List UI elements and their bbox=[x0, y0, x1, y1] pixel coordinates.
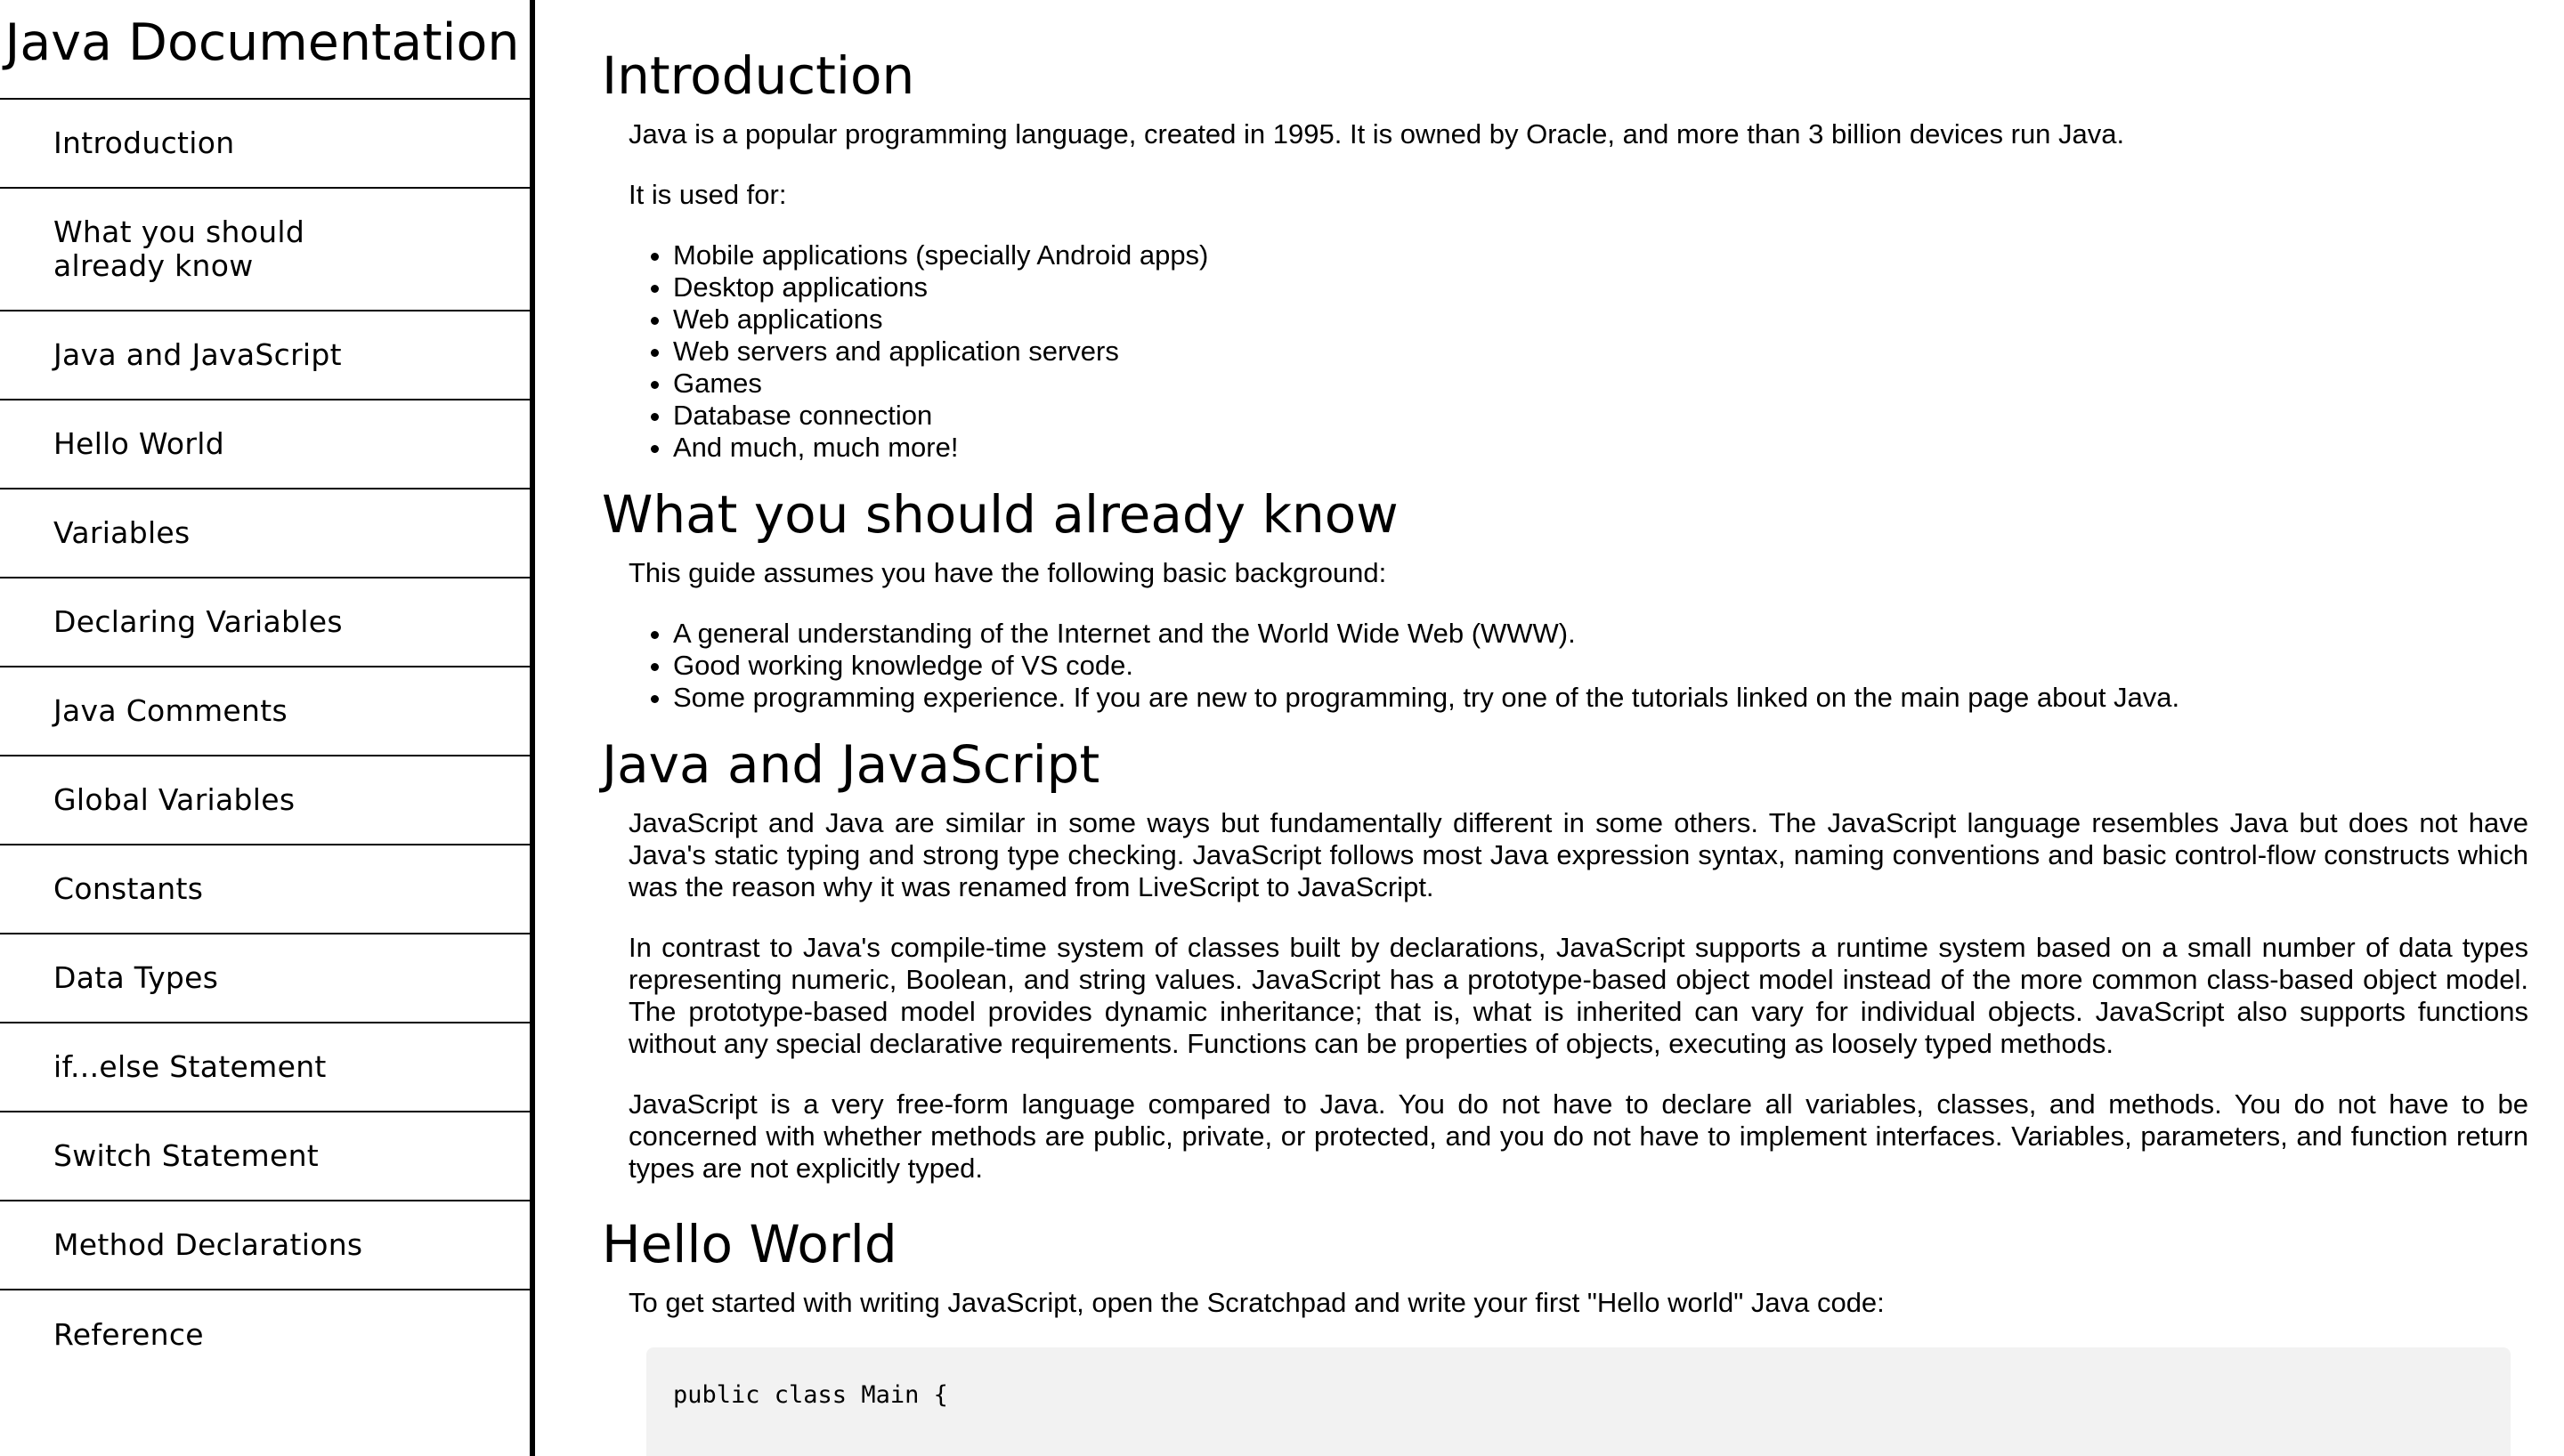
section-hello-world: Hello World To get started with writing … bbox=[602, 1213, 2528, 1456]
nav-link-hello-world[interactable]: Hello World bbox=[0, 400, 530, 488]
nav-link-variables[interactable]: Variables bbox=[0, 489, 530, 577]
navbar-title: Java Documentation bbox=[0, 0, 530, 100]
section-title: Hello World bbox=[602, 1214, 897, 1274]
section-title: What you should already know bbox=[602, 484, 1399, 545]
nav-list: Introduction What you should already kno… bbox=[0, 100, 530, 1379]
main-doc: Introduction Java is a popular programmi… bbox=[535, 0, 2564, 1456]
list-item: Web servers and application servers bbox=[673, 336, 2528, 368]
paragraph: Java is a popular programming language, … bbox=[629, 118, 2125, 150]
nav-link-switch-statement[interactable]: Switch Statement bbox=[0, 1112, 530, 1200]
paragraph: In contrast to Java's compile-time syste… bbox=[629, 932, 2528, 1059]
nav-link-declaring-variables[interactable]: Declaring Variables bbox=[0, 578, 530, 666]
nav-link-global-variables[interactable]: Global Variables bbox=[0, 756, 530, 844]
section-title: Java and JavaScript bbox=[602, 734, 1100, 795]
list-item: A general understanding of the Internet … bbox=[673, 618, 2528, 650]
section-title: Introduction bbox=[602, 45, 915, 106]
section-introduction: Introduction Java is a popular programmi… bbox=[602, 0, 2528, 464]
nav-link-constants[interactable]: Constants bbox=[0, 845, 530, 933]
code-block: public class Main { bbox=[646, 1347, 2511, 1456]
paragraph: JavaScript and Java are similar in some … bbox=[629, 807, 2528, 902]
paragraph: JavaScript is a very free-form language … bbox=[629, 1088, 2528, 1184]
nav-link-what-you-should-already-know[interactable]: What you should already know bbox=[0, 189, 530, 310]
section-what-you-should-already-know: What you should already know This guide … bbox=[602, 483, 2528, 714]
navbar: Java Documentation Introduction What you… bbox=[0, 0, 535, 1456]
nav-link-java-comments[interactable]: Java Comments bbox=[0, 667, 530, 755]
nav-link-method-declarations[interactable]: Method Declarations bbox=[0, 1201, 530, 1289]
list-item: Games bbox=[673, 368, 2528, 400]
list-item: Good working knowledge of VS code. bbox=[673, 650, 2528, 682]
bullet-list: A general understanding of the Internet … bbox=[629, 618, 2528, 714]
code-line: public class Main { bbox=[673, 1381, 948, 1409]
nav-link-if-else-statement[interactable]: if...else Statement bbox=[0, 1023, 530, 1111]
paragraph: To get started with writing JavaScript, … bbox=[629, 1287, 1885, 1318]
list-item: And much, much more! bbox=[673, 432, 2528, 464]
section-java-and-javascript: Java and JavaScript JavaScript and Java … bbox=[602, 733, 2528, 1185]
list-item: Web applications bbox=[673, 303, 2528, 336]
nav-link-introduction[interactable]: Introduction bbox=[0, 100, 530, 187]
nav-link-reference[interactable]: Reference bbox=[0, 1290, 530, 1379]
list-item: Some programming experience. If you are … bbox=[673, 682, 2528, 714]
list-item: Database connection bbox=[673, 400, 2528, 432]
list-item: Desktop applications bbox=[673, 271, 2528, 303]
nav-link-java-and-javascript[interactable]: Java and JavaScript bbox=[0, 311, 530, 399]
list-item: Mobile applications (specially Android a… bbox=[673, 239, 2528, 271]
paragraph: This guide assumes you have the followin… bbox=[629, 557, 1387, 588]
bullet-list: Mobile applications (specially Android a… bbox=[629, 239, 2528, 464]
nav-link-data-types[interactable]: Data Types bbox=[0, 934, 530, 1022]
paragraph: It is used for: bbox=[629, 179, 787, 210]
